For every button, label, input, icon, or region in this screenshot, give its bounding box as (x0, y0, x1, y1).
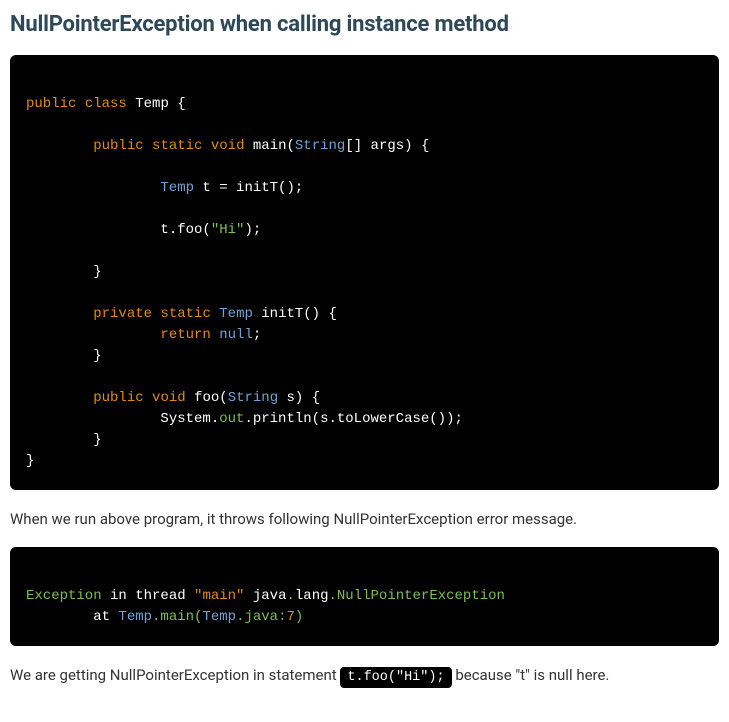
para2-text-b: because "t" is null here. (455, 666, 609, 684)
kw-public: public (26, 96, 76, 112)
return-type: Temp (219, 306, 253, 322)
method-main: main (253, 138, 287, 154)
kw-void: void (211, 138, 245, 154)
kw-return: return (160, 327, 210, 343)
out-field: out (219, 411, 244, 427)
method-foo: foo (194, 390, 219, 406)
kw-void: void (152, 390, 186, 406)
st-file-ext: .java: (236, 609, 286, 625)
st-file-class: Temp (202, 609, 236, 625)
st-text: in thread (102, 588, 194, 604)
type-temp: Temp (160, 180, 194, 196)
st-dot: . (286, 588, 294, 604)
st-dot: . (329, 588, 337, 604)
kw-class: class (85, 96, 127, 112)
st-method: .main( (152, 609, 202, 625)
brace-close: } (93, 348, 101, 364)
type-string: String (295, 138, 345, 154)
st-thread-main: "main" (194, 588, 244, 604)
string-literal: "Hi" (211, 222, 245, 238)
method-sig: initT() { (253, 306, 337, 322)
kw-private: private (93, 306, 152, 322)
inline-code: t.foo("Hi"); (340, 667, 451, 688)
brace-close-outer: } (26, 453, 34, 469)
brace-open: { (169, 96, 186, 112)
system-prefix: System. (160, 411, 219, 427)
array-brackets: [] (345, 138, 362, 154)
var-decl: t = initT(); (194, 180, 303, 196)
class-name: Temp (135, 96, 169, 112)
println-call: .println(s.toLowerCase()); (244, 411, 462, 427)
semi: ; (253, 327, 261, 343)
kw-static: static (160, 306, 210, 322)
call-prefix: t.foo( (160, 222, 210, 238)
code-block-stacktrace: Exception in thread "main" java.lang.Nul… (10, 547, 719, 646)
call-close: ); (244, 222, 261, 238)
st-exception: Exception (26, 588, 102, 604)
st-npe: NullPointerException (337, 588, 505, 604)
para2-text-a: We are getting NullPointerException in s… (10, 666, 340, 684)
paragraph-1: When we run above program, it throws fol… (10, 508, 719, 531)
kw-static: static (152, 138, 202, 154)
kw-public: public (93, 138, 143, 154)
kw-public: public (93, 390, 143, 406)
st-lang: lang (295, 588, 329, 604)
code-block-java: public class Temp { public static void m… (10, 55, 719, 490)
brace-close: } (93, 264, 101, 280)
param-s: s (278, 390, 295, 406)
brace-close: } (93, 432, 101, 448)
st-line-no: 7 (286, 609, 294, 625)
kw-null: null (219, 327, 253, 343)
st-paren-close: ) (295, 609, 303, 625)
st-class: Temp (118, 609, 152, 625)
section-heading: NullPointerException when calling instan… (10, 12, 719, 37)
st-at: at (26, 609, 118, 625)
param-args: args (362, 138, 404, 154)
type-string: String (228, 390, 278, 406)
st-java: java (244, 588, 286, 604)
paragraph-2: We are getting NullPointerException in s… (10, 664, 719, 688)
